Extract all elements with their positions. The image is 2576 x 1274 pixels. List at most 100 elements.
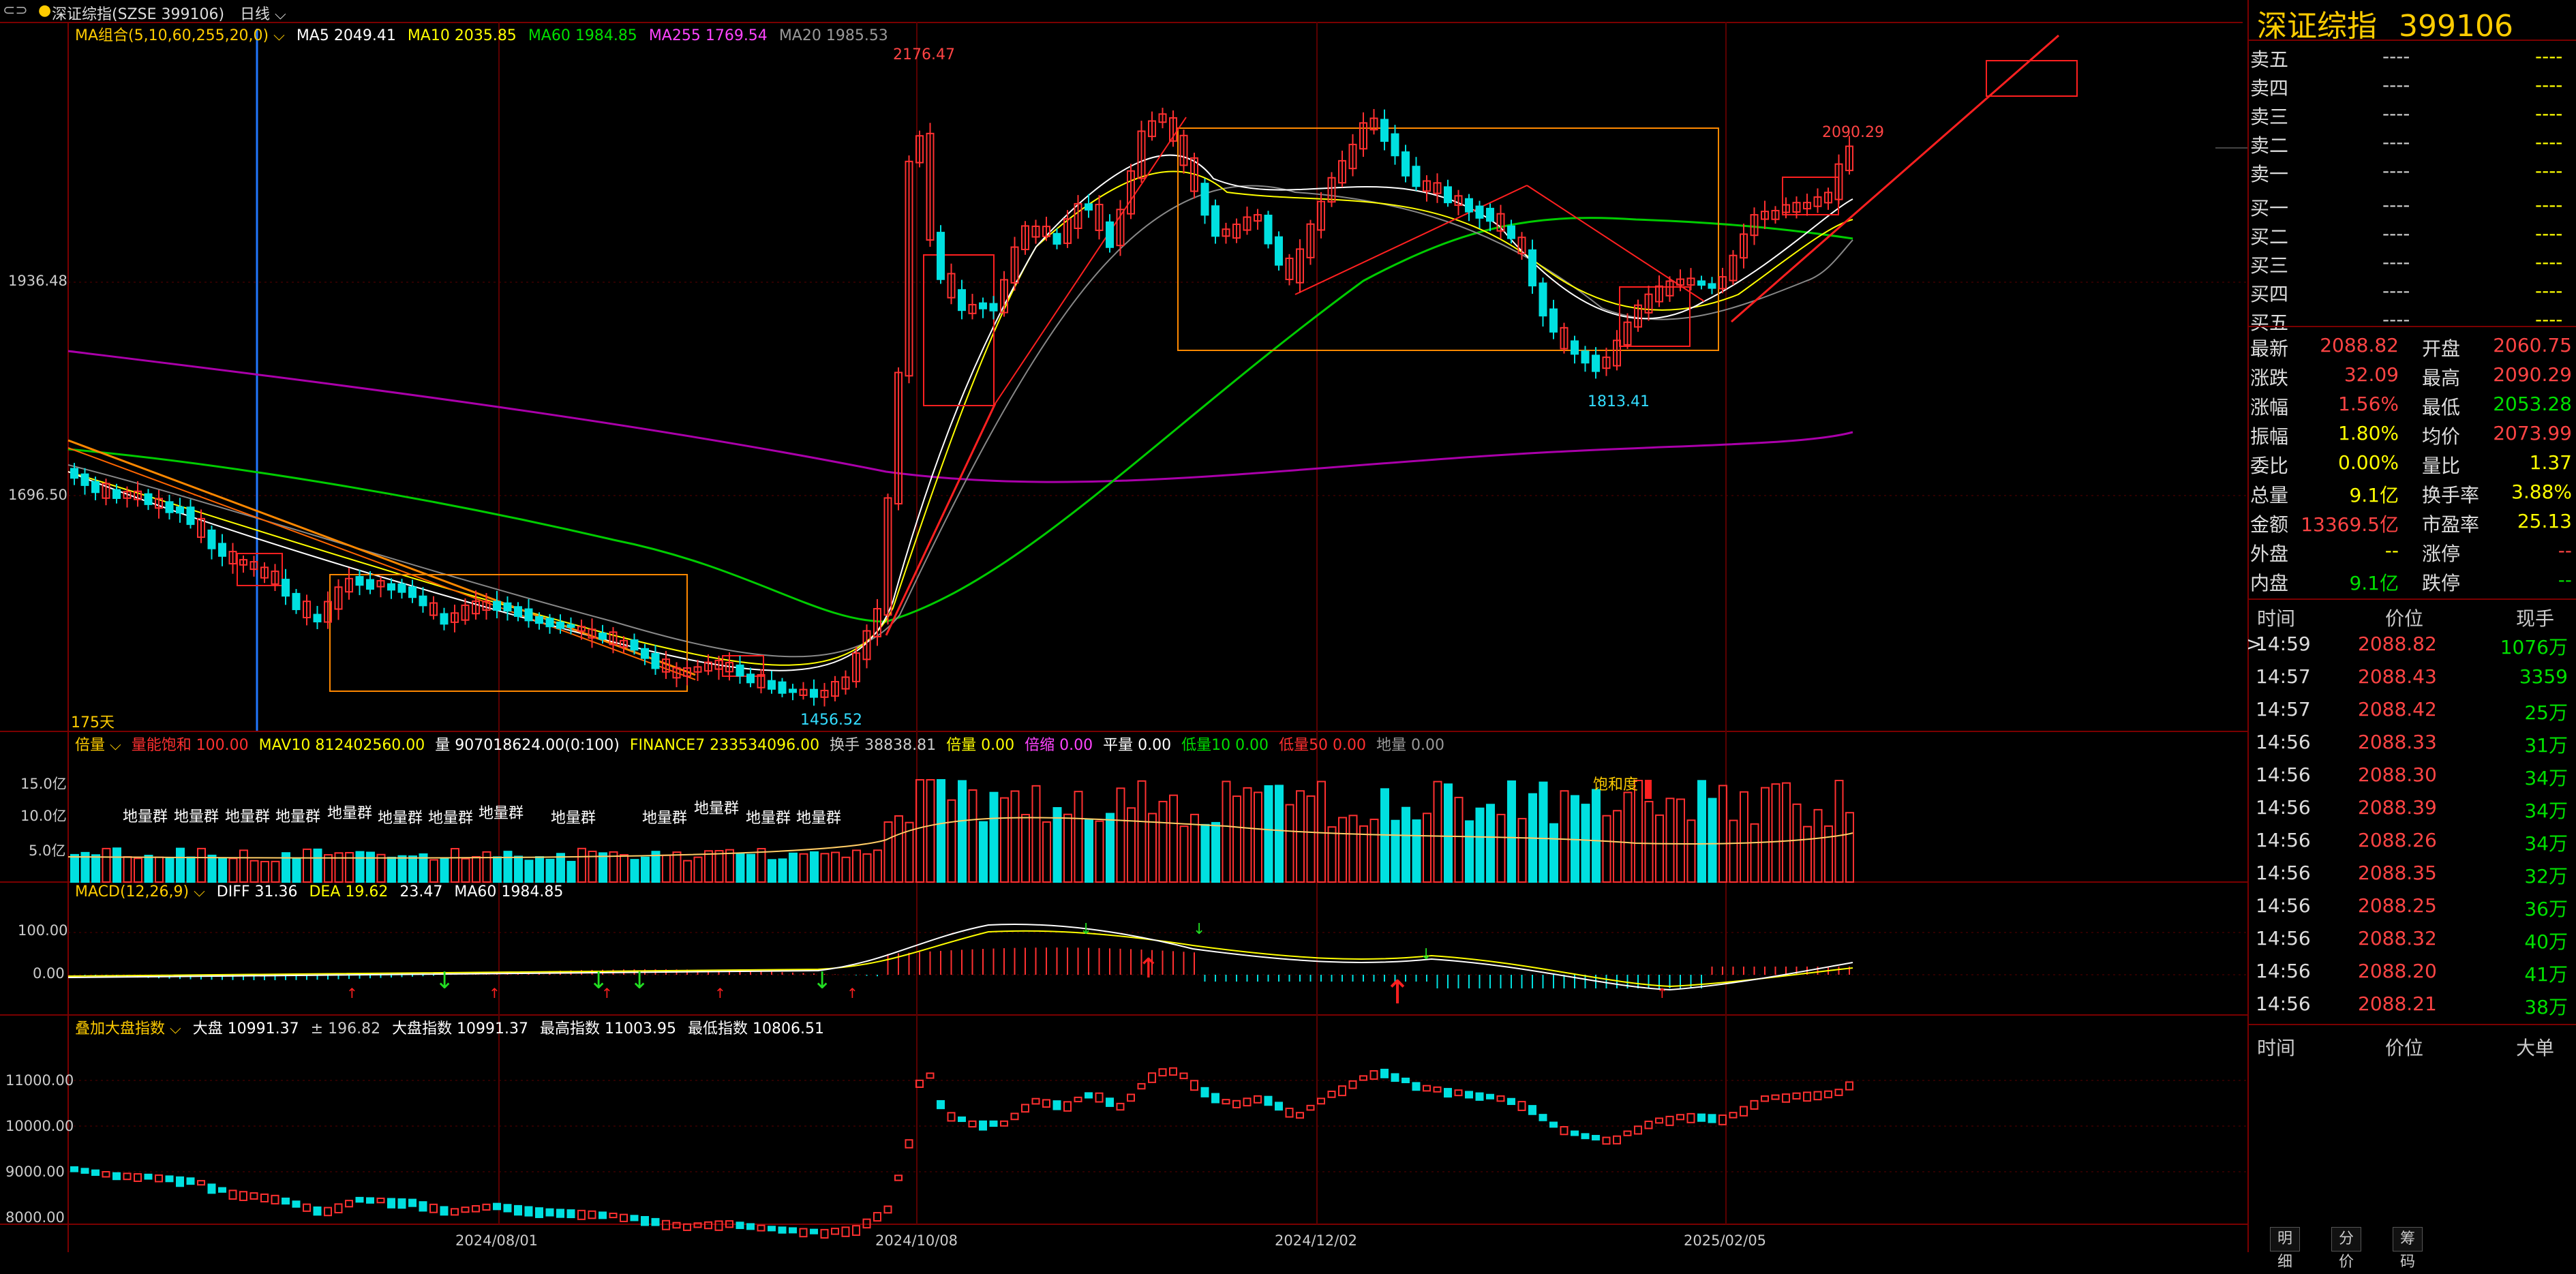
volume-bar [144, 854, 153, 883]
orderbook-row: 买四 ---- ---- [2250, 279, 2563, 305]
index-candle [70, 1166, 78, 1172]
volume-bar [577, 847, 586, 883]
tab-detail[interactable]: 明细 [2270, 1227, 2301, 1271]
index-candle [937, 1099, 945, 1110]
main-legend: MA组合(5,10,60,255,20,0) ⌵ MA5 2049.41 MA1… [75, 23, 888, 45]
volume-bar [1348, 815, 1358, 883]
index-candle [1813, 1091, 1822, 1101]
ma-group-select[interactable]: MA组合(5,10,60,255,20,0) ⌵ [75, 27, 285, 44]
index-candle [1243, 1097, 1252, 1107]
orderbook-row: 卖二 ---- ---- [2250, 131, 2563, 157]
index-candle [799, 1228, 808, 1238]
index-overlay-select[interactable]: 叠加大盘指数 ⌵ [75, 1020, 181, 1037]
index-candle [1074, 1096, 1082, 1103]
index-candle [1602, 1136, 1611, 1145]
volume-bar [440, 858, 449, 883]
candle-body [91, 481, 100, 494]
dot-icon: ● [38, 2, 52, 19]
volume-bar [165, 857, 175, 883]
tick-row: 14:56 2088.35 32万 [2256, 862, 2568, 888]
index-candle [260, 1193, 269, 1202]
volume-bar [979, 821, 988, 883]
volume-bar [778, 858, 787, 883]
index-candle [1401, 1077, 1410, 1084]
volume-bar [1243, 787, 1252, 883]
index-candle [1454, 1089, 1463, 1097]
index-candle [303, 1203, 311, 1212]
ground-group-label: 地量群 [796, 810, 842, 827]
index-candle [1052, 1100, 1061, 1110]
index-candle [883, 1205, 892, 1214]
vol-y-tick: 10.0亿 [20, 808, 67, 824]
index-candle [979, 1120, 987, 1131]
volume-bar [123, 855, 132, 883]
ground-group-label: 地量群 [123, 808, 168, 825]
kline-chart[interactable]: ↓ ↓ ↓ ↓ ↓ ↓ ↓ ↑ ↑ ↑ ↑ ↑ ↑ ↑ ↑ [0, 22, 2247, 1252]
volume-bar [1148, 813, 1157, 883]
svg-text:↑: ↑ [1137, 953, 1160, 984]
candle-body [503, 602, 512, 612]
macd-y-tick: 0.00 [33, 965, 65, 982]
candle-body [1581, 350, 1590, 364]
index-candle [1803, 1091, 1811, 1102]
candle-body [282, 579, 290, 597]
volume-bar [1486, 804, 1495, 883]
candle-body [387, 583, 395, 591]
x-tick: 2024/10/08 [875, 1232, 958, 1249]
index-candle [1761, 1095, 1769, 1102]
ground-group-label: 地量群 [694, 800, 740, 817]
index-candle [397, 1198, 406, 1209]
macd-select[interactable]: MACD(12,26,9) ⌵ [75, 883, 205, 900]
index-candle [556, 1209, 564, 1218]
index-candle [588, 1210, 596, 1219]
volume-indicator-select[interactable]: 倍量 ⌵ [75, 737, 121, 754]
index-candle [123, 1172, 132, 1181]
volume-bar [155, 856, 164, 883]
index-candle [345, 1200, 353, 1208]
index-candle [144, 1173, 153, 1180]
candle-body [1465, 198, 1473, 213]
volume-bar [1264, 785, 1273, 883]
volume-bar [1644, 800, 1654, 883]
volume-bar [1634, 780, 1643, 883]
index-candle [1528, 1105, 1536, 1115]
x-tick: 2024/12/02 [1275, 1232, 1358, 1249]
volume-bar [472, 855, 481, 883]
tick-row: 14:59 2088.82 1076万 > [2246, 633, 2568, 658]
volume-bar [70, 853, 79, 883]
volume-bar [947, 799, 956, 883]
index-candle [873, 1212, 881, 1222]
index-candle [176, 1176, 184, 1187]
candle-body [641, 648, 649, 659]
index-candle [852, 1225, 860, 1237]
svg-text:↑: ↑ [489, 985, 500, 1001]
volume-bar [926, 779, 935, 883]
saturation-marker [1645, 780, 1652, 799]
period-select[interactable]: 日线 ⌵ [240, 2, 286, 24]
candle-body [768, 680, 776, 690]
volume-bar [1560, 790, 1569, 883]
volume-bar [1792, 803, 1802, 883]
tick-row: 14:56 2088.30 34万 [2256, 763, 2568, 789]
moving-average-lines [67, 154, 1853, 671]
volume-bar [820, 853, 830, 883]
volume-bar [1592, 789, 1601, 883]
ground-group-label: 地量群 [275, 808, 321, 825]
tab-price-dist[interactable]: 分价 [2331, 1227, 2362, 1271]
index-candle [80, 1168, 89, 1174]
index-candle [1296, 1112, 1304, 1119]
candle-body [1571, 340, 1579, 355]
link-icon[interactable]: ⊂⊃ [3, 2, 28, 19]
index-candle [862, 1218, 871, 1229]
ticks-header: 时间 价位 现手 [2257, 607, 2555, 630]
index-candle [757, 1224, 766, 1232]
volume-bar [1845, 812, 1854, 883]
last-high-annotation: 2090.29 [1822, 124, 1884, 141]
svg-text:↓: ↓ [435, 967, 455, 995]
index-candle [1539, 1114, 1547, 1121]
tab-chips[interactable]: 筹码 [2393, 1227, 2423, 1271]
index-candle [387, 1198, 395, 1209]
index-candle [1327, 1091, 1336, 1098]
days-label: 175天 [71, 714, 115, 731]
volume-bar [324, 854, 333, 883]
